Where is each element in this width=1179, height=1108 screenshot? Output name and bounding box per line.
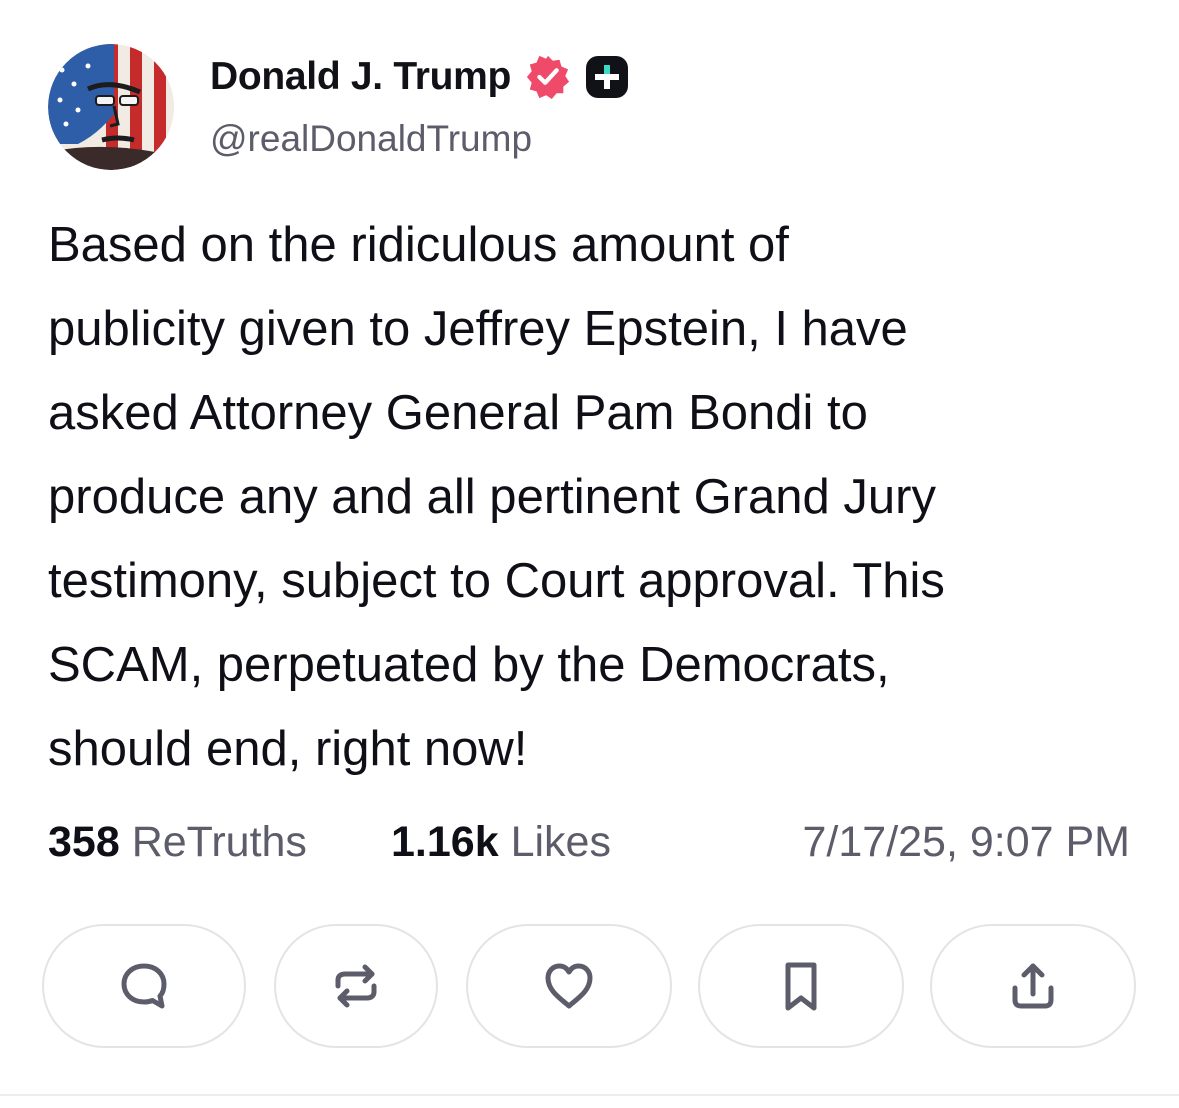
reply-button[interactable] [42, 924, 246, 1048]
bookmark-icon [785, 962, 817, 1011]
share-icon [1012, 963, 1054, 1009]
verified-badge-icon [525, 54, 571, 100]
bottom-divider [0, 1094, 1179, 1096]
post-timestamp: 7/17/25, 9:07 PM [802, 818, 1131, 866]
avatar[interactable] [48, 44, 174, 170]
like-button[interactable] [466, 924, 672, 1048]
retruth-button[interactable] [274, 924, 438, 1048]
retruths-label: ReTruths [131, 818, 307, 866]
comment-icon [121, 963, 167, 1009]
post-stats: 358 ReTruths 1.16k Likes 7/17/25, 9:07 P… [48, 818, 1130, 874]
post-text: Based on the ridiculous amount of public… [48, 218, 945, 776]
author-handle[interactable]: @realDonaldTrump [210, 118, 532, 160]
bookmark-button[interactable] [698, 924, 904, 1048]
truth-post: Donald J. Trump @realDonaldTrump Based o… [0, 0, 1179, 1108]
author-name[interactable]: Donald J. Trump [210, 55, 511, 99]
likes-stat[interactable]: 1.16k Likes [391, 818, 611, 867]
avatar-image [48, 44, 174, 170]
retruths-count: 358 [48, 818, 120, 866]
author-row: Donald J. Trump [210, 52, 629, 102]
plus-badge-icon [585, 55, 629, 99]
likes-label: Likes [510, 818, 611, 866]
likes-count: 1.16k [391, 818, 499, 866]
share-button[interactable] [930, 924, 1136, 1048]
retruths-stat[interactable]: 358 ReTruths [48, 818, 307, 867]
heart-icon [545, 963, 593, 1009]
action-bar [42, 924, 1138, 1050]
repost-icon [335, 964, 377, 1008]
